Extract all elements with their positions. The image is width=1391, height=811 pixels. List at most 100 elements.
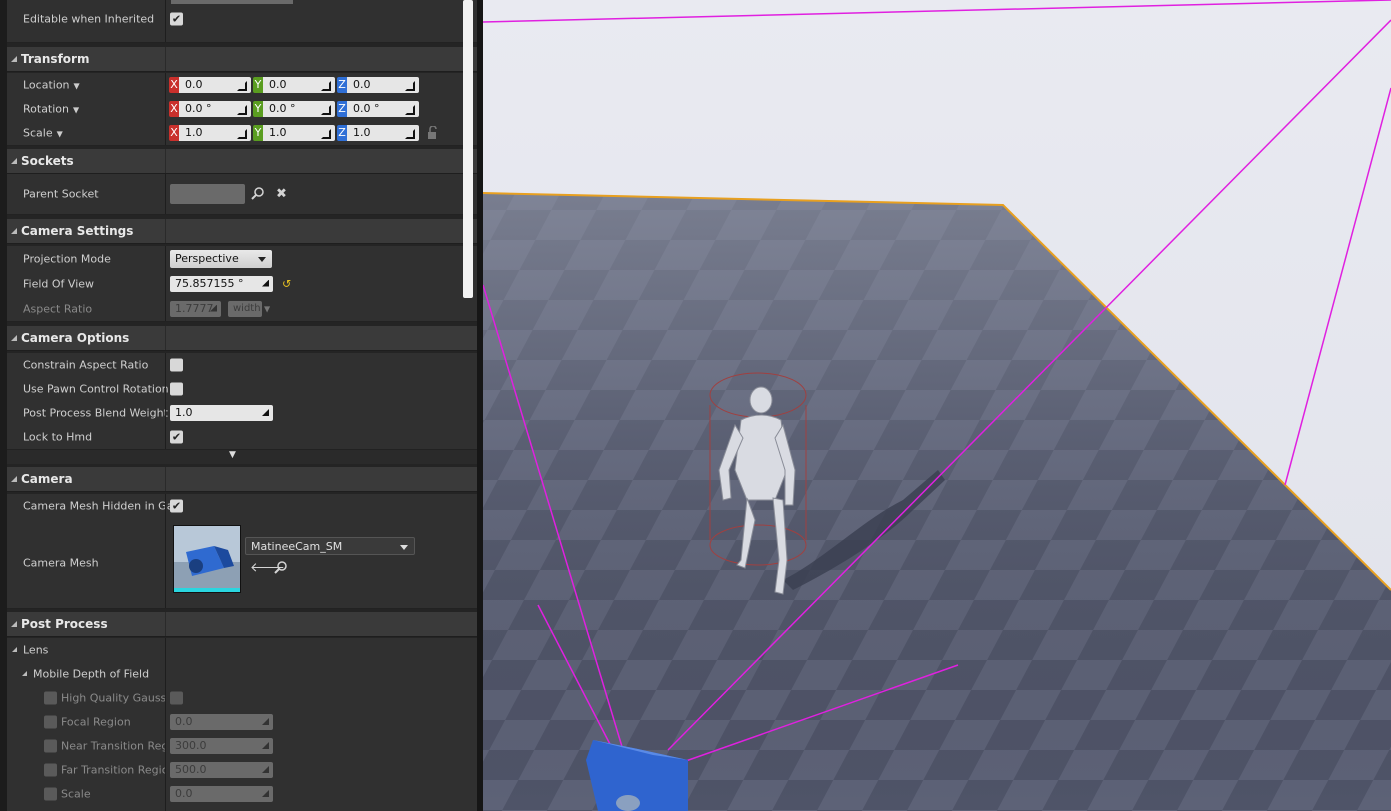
advanced-expander[interactable]: ▼ (7, 450, 477, 464)
collapse-triangle-icon (11, 158, 17, 164)
aspect-ratio-label: Aspect Ratio (23, 302, 93, 315)
lock-icon[interactable] (427, 126, 439, 140)
camera-options-title: Camera Options (21, 331, 130, 345)
level-viewport[interactable] (483, 0, 1391, 811)
focal-region-row: Focal Region 0.0 (7, 710, 477, 735)
editable-inherited-label: Editable when Inherited (23, 12, 155, 26)
expand-down-icon: ▼ (229, 450, 236, 460)
partial-row-below (7, 806, 477, 811)
parent-socket-field[interactable] (170, 184, 245, 204)
sockets-title: Sockets (21, 154, 74, 168)
editable-inherited-checkbox[interactable]: ✔ (170, 12, 183, 26)
axis-z-label: Z (337, 125, 347, 141)
collapse-triangle-icon (11, 476, 17, 482)
far-transition-override-checkbox[interactable] (44, 763, 57, 777)
pp-weight-row: Post Process Blend Weight 1.0 (7, 401, 477, 426)
projection-mode-label: Projection Mode (23, 252, 111, 265)
camera-mesh-row: Camera Mesh MatineeCam_SM 🡐 (7, 518, 477, 609)
camera-header[interactable]: Camera (7, 467, 477, 492)
fov-row: Field Of View 75.857155 ° ↺ (7, 271, 477, 297)
pp-weight-field[interactable]: 1.0 (170, 405, 273, 421)
axis-y-label: Y (253, 101, 263, 117)
search-icon[interactable] (251, 187, 265, 201)
constrain-aspect-checkbox[interactable] (170, 358, 183, 372)
aspect-ratio-field[interactable]: 1.7777 (170, 300, 221, 317)
clear-icon[interactable]: ✖ (276, 188, 287, 201)
hq-gaussian-override-checkbox[interactable] (44, 691, 57, 705)
collapse-triangle-icon (22, 671, 27, 676)
hq-gaussian-checkbox[interactable] (170, 691, 183, 705)
axis-x-label: X (169, 101, 179, 117)
search-icon[interactable] (274, 561, 288, 575)
far-transition-field[interactable]: 500.0 (170, 762, 273, 778)
transform-title: Transform (21, 52, 90, 66)
lock-hmd-row: Lock to Hmd ✔ (7, 425, 477, 450)
location-z-field[interactable]: Z 0.0 (337, 77, 421, 93)
mesh-thumbnail[interactable] (173, 525, 241, 593)
far-transition-row: Far Transition Region 500.0 (7, 758, 477, 783)
location-label[interactable]: Location ▼ (23, 79, 80, 92)
location-row: Location ▼ X 0.0 Y 0.0 Z 0.0 (7, 73, 477, 98)
axis-z-label: Z (337, 77, 347, 93)
focal-region-label: Focal Region (61, 715, 131, 729)
pp-scale-override-checkbox[interactable] (44, 787, 57, 801)
collapse-triangle-icon (11, 56, 17, 62)
parent-socket-label: Parent Socket (23, 187, 99, 201)
camera-options-header[interactable]: Camera Options (7, 326, 477, 351)
fov-field[interactable]: 75.857155 ° (170, 275, 273, 292)
lock-hmd-checkbox[interactable]: ✔ (170, 430, 183, 444)
pawn-rotation-label: Use Pawn Control Rotation (23, 382, 169, 396)
axis-z-label: Z (337, 101, 347, 117)
camera-mesh-label: Camera Mesh (23, 556, 99, 570)
near-transition-row: Near Transition Regi 300.0 (7, 734, 477, 759)
collapse-triangle-icon (11, 335, 17, 341)
near-transition-field[interactable]: 300.0 (170, 738, 273, 754)
post-process-header[interactable]: Post Process (7, 612, 477, 637)
mesh-hidden-checkbox[interactable]: ✔ (170, 499, 183, 513)
pawn-rotation-checkbox[interactable] (170, 382, 183, 396)
scale-z-field[interactable]: Z 1.0 (337, 125, 421, 141)
editable-inherited-row: Editable when Inherited ✔ (7, 0, 477, 43)
camera-title: Camera (21, 472, 73, 486)
viewport-scene (483, 0, 1391, 811)
camera-mesh-dropdown[interactable]: MatineeCam_SM (245, 537, 415, 555)
rotation-label[interactable]: Rotation ▼ (23, 103, 79, 116)
chevron-down-icon (400, 545, 408, 550)
rotation-z-field[interactable]: Z 0.0 ° (337, 101, 421, 117)
transform-header[interactable]: Transform (7, 47, 477, 72)
pawn-rotation-row: Use Pawn Control Rotation (7, 377, 477, 402)
near-transition-override-checkbox[interactable] (44, 739, 57, 753)
mobile-dof-label: Mobile Depth of Field (33, 667, 150, 681)
scale-y-field[interactable]: Y 1.0 (253, 125, 337, 141)
fov-label: Field Of View (23, 277, 95, 290)
rotation-y-field[interactable]: Y 0.0 ° (253, 101, 337, 117)
aspect-axis-dropdown[interactable]: width (228, 300, 262, 317)
focal-region-override-checkbox[interactable] (44, 715, 57, 729)
focal-region-field[interactable]: 0.0 (170, 714, 273, 730)
sockets-header[interactable]: Sockets (7, 149, 477, 174)
axis-y-label: Y (253, 77, 263, 93)
details-scrollbar[interactable] (463, 0, 473, 298)
location-y-field[interactable]: Y 0.0 (253, 77, 337, 93)
rotation-x-field[interactable]: X 0.0 ° (169, 101, 253, 117)
chevron-down-icon: ▼ (264, 304, 271, 313)
reset-to-default-icon[interactable]: ↺ (282, 277, 291, 290)
axis-x-label: X (169, 125, 179, 141)
scale-label[interactable]: Scale ▼ (23, 127, 63, 140)
collapse-triangle-icon (11, 621, 17, 627)
lens-row[interactable]: Lens (7, 638, 477, 663)
camera-settings-header[interactable]: Camera Settings (7, 219, 477, 244)
pp-scale-field[interactable]: 0.0 (170, 786, 273, 802)
location-x-field[interactable]: X 0.0 (169, 77, 253, 93)
axis-y-label: Y (253, 125, 263, 141)
constrain-aspect-label: Constrain Aspect Ratio (23, 358, 149, 372)
scale-x-field[interactable]: X 1.0 (169, 125, 253, 141)
lens-label: Lens (23, 643, 49, 657)
mobile-dof-row[interactable]: Mobile Depth of Field (7, 662, 477, 687)
mesh-hidden-row: Camera Mesh Hidden in Gan ✔ (7, 494, 477, 519)
projection-mode-dropdown[interactable]: Perspective (170, 249, 272, 268)
hq-gaussian-label: High Quality Gaussia (61, 691, 165, 705)
camera-settings-title: Camera Settings (21, 224, 134, 238)
collapse-triangle-icon (11, 228, 17, 234)
post-process-title: Post Process (21, 617, 108, 631)
